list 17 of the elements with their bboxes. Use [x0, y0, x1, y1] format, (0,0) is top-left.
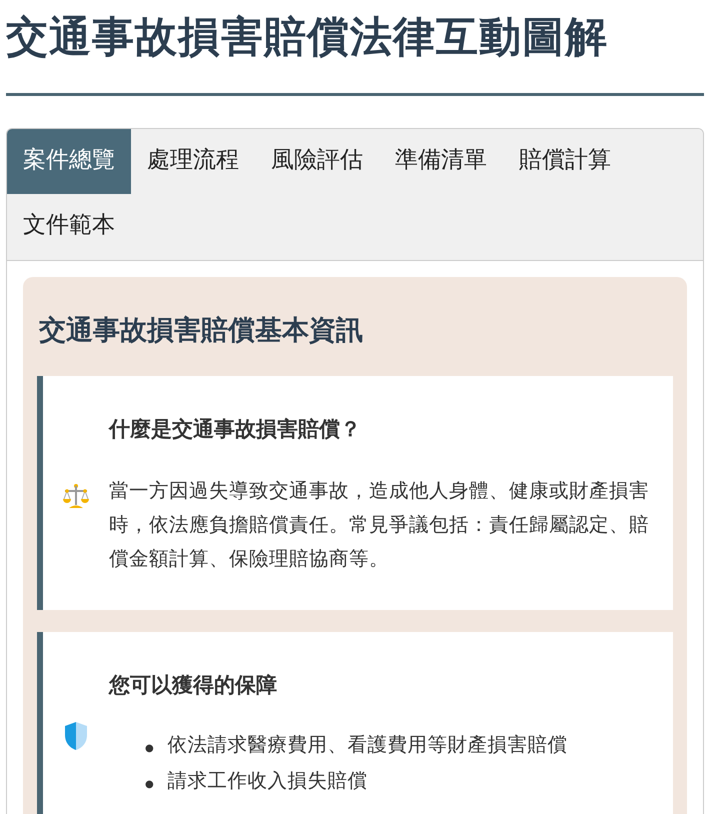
list-item: 請求工作收入損失賠償: [168, 768, 368, 794]
tab[interactable]: 文件範本: [7, 194, 131, 260]
tab[interactable]: 準備清單: [379, 128, 503, 194]
scales-icon: [62, 483, 90, 510]
tab[interactable]: 賠償計算: [503, 128, 627, 194]
list-bullet: ●: [145, 778, 154, 792]
section-heading: 什麼是交通事故損害賠償？: [109, 416, 362, 444]
tab[interactable]: 案件總覽: [7, 128, 131, 194]
list-item: 依法請求醫療費用、看護費用等財產損害賠償: [168, 732, 568, 758]
tab[interactable]: 風險評估: [255, 128, 379, 194]
tab[interactable]: 處理流程: [131, 128, 255, 194]
list-bullet: ●: [145, 742, 154, 756]
section-text: 當一方因過失導致交通事故，造成他人身體、健康或財產損害時，依法應負擔賠償責任。常見爭議包括：責任歸屬認定、賠償金額計算、保險理賠協商等。: [109, 478, 650, 572]
page-title: 交通事故損害賠償法律互動圖解: [6, 11, 609, 63]
section-heading: 您可以獲得的保障: [109, 672, 278, 699]
shield-icon: [63, 721, 89, 752]
card-heading: 交通事故損害賠償基本資訊: [39, 314, 364, 348]
